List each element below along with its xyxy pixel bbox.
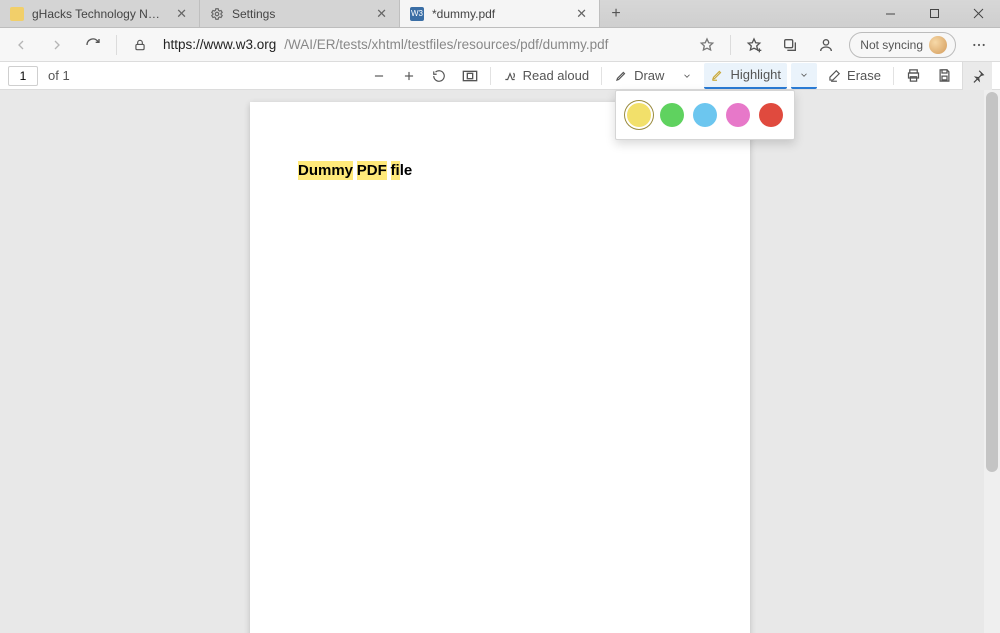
draw-button[interactable]: Draw bbox=[608, 63, 670, 89]
zoom-out-button[interactable] bbox=[366, 63, 392, 89]
draw-dropdown[interactable] bbox=[674, 63, 700, 89]
minimize-button[interactable] bbox=[868, 0, 912, 27]
color-swatch-green[interactable] bbox=[660, 103, 684, 127]
draw-label: Draw bbox=[634, 68, 664, 83]
more-button[interactable] bbox=[966, 32, 992, 58]
close-icon[interactable]: ✕ bbox=[574, 6, 589, 22]
highlight-dropdown[interactable] bbox=[791, 63, 817, 89]
highlight-button[interactable]: Highlight bbox=[704, 63, 787, 89]
divider bbox=[730, 35, 731, 55]
extensions-icon[interactable] bbox=[813, 32, 839, 58]
tab-title: *dummy.pdf bbox=[432, 7, 566, 21]
maximize-button[interactable] bbox=[912, 0, 956, 27]
color-swatch-red[interactable] bbox=[759, 103, 783, 127]
color-swatch-pink[interactable] bbox=[726, 103, 750, 127]
favicon-icon bbox=[10, 7, 24, 21]
favorites-button[interactable] bbox=[741, 32, 767, 58]
tabstrip: gHacks Technology News ✕ Settings ✕ W3 *… bbox=[0, 0, 1000, 28]
collections-button[interactable] bbox=[777, 32, 803, 58]
close-icon[interactable]: ✕ bbox=[174, 6, 189, 22]
highlighted-text: fi bbox=[391, 161, 400, 180]
divider bbox=[116, 35, 117, 55]
page-number-input[interactable] bbox=[8, 66, 38, 86]
highlighted-text: PDF bbox=[357, 161, 387, 180]
avatar bbox=[929, 36, 947, 54]
scroll-thumb[interactable] bbox=[986, 92, 998, 472]
highlight-color-popover bbox=[615, 90, 795, 140]
page-total-label: of 1 bbox=[48, 68, 70, 83]
navbar: https://www.w3.org/WAI/ER/tests/xhtml/te… bbox=[0, 28, 1000, 62]
tab-title: Settings bbox=[232, 7, 366, 21]
tab-title: gHacks Technology News bbox=[32, 7, 166, 21]
url-host: https://www.w3.org bbox=[163, 37, 276, 52]
forward-button[interactable] bbox=[44, 32, 70, 58]
fit-page-button[interactable] bbox=[456, 63, 484, 89]
profile-sync-button[interactable]: Not syncing bbox=[849, 32, 956, 58]
erase-button[interactable]: Erase bbox=[821, 63, 887, 89]
plain-text: le bbox=[400, 162, 413, 179]
favorite-star-icon[interactable] bbox=[694, 32, 720, 58]
url-path: /WAI/ER/tests/xhtml/testfiles/resources/… bbox=[284, 37, 608, 52]
tab-ghacks[interactable]: gHacks Technology News ✕ bbox=[0, 0, 200, 27]
pin-toolbar-button[interactable] bbox=[962, 62, 992, 90]
close-icon[interactable]: ✕ bbox=[374, 6, 389, 22]
window-controls bbox=[868, 0, 1000, 27]
color-swatch-blue[interactable] bbox=[693, 103, 717, 127]
color-swatch-yellow[interactable] bbox=[627, 103, 651, 127]
close-window-button[interactable] bbox=[956, 0, 1000, 27]
zoom-in-button[interactable] bbox=[396, 63, 422, 89]
pdf-viewport[interactable]: Dummy PDF file bbox=[0, 90, 1000, 633]
erase-label: Erase bbox=[847, 68, 881, 83]
pdf-toolbar: of 1 Read aloud Draw Highlight Erase bbox=[0, 62, 1000, 90]
address-bar[interactable]: https://www.w3.org/WAI/ER/tests/xhtml/te… bbox=[163, 31, 684, 59]
rotate-button[interactable] bbox=[426, 63, 452, 89]
profile-sync-label: Not syncing bbox=[860, 38, 923, 52]
tab-dummy-pdf[interactable]: W3 *dummy.pdf ✕ bbox=[400, 0, 600, 27]
pdf-page: Dummy PDF file bbox=[250, 102, 750, 633]
tab-settings[interactable]: Settings ✕ bbox=[200, 0, 400, 27]
read-aloud-button[interactable]: Read aloud bbox=[497, 63, 596, 89]
highlight-label: Highlight bbox=[730, 67, 781, 82]
print-button[interactable] bbox=[900, 63, 927, 89]
gear-icon bbox=[210, 7, 224, 21]
new-tab-button[interactable]: + bbox=[600, 0, 632, 27]
save-button[interactable] bbox=[931, 63, 958, 89]
highlighted-text: Dummy bbox=[298, 161, 353, 180]
lock-icon[interactable] bbox=[127, 32, 153, 58]
document-text[interactable]: Dummy PDF file bbox=[298, 162, 412, 180]
favicon-icon: W3 bbox=[410, 7, 424, 21]
scrollbar[interactable] bbox=[984, 90, 1000, 633]
refresh-button[interactable] bbox=[80, 32, 106, 58]
read-aloud-label: Read aloud bbox=[523, 68, 590, 83]
back-button[interactable] bbox=[8, 32, 34, 58]
